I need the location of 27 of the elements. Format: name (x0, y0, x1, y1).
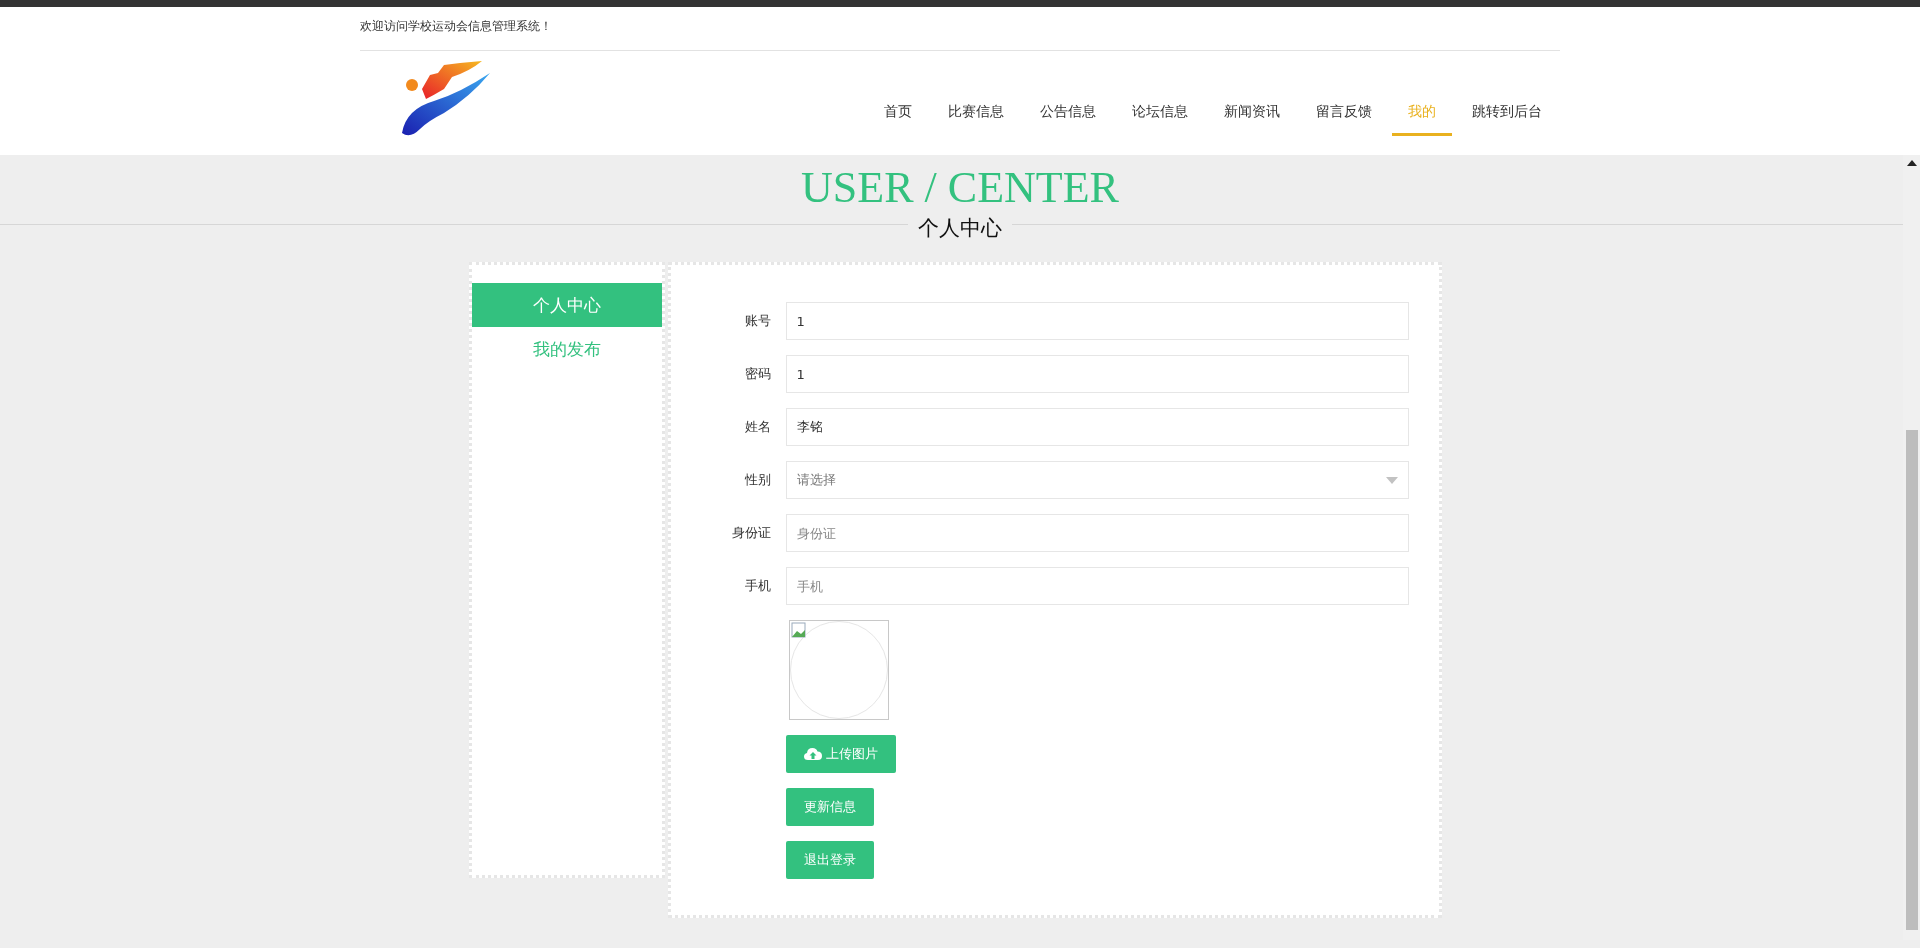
nav-link[interactable]: 首页 (868, 88, 928, 136)
nav-link[interactable]: 跳转到后台 (1456, 88, 1558, 136)
nav-link[interactable]: 新闻资讯 (1208, 88, 1296, 136)
scrollbar-thumb[interactable] (1905, 430, 1918, 930)
cloud-upload-icon (803, 747, 822, 761)
field-label: 身份证 (730, 524, 772, 542)
input-field[interactable]: 手机 (785, 567, 1409, 605)
nav-link[interactable]: 公告信息 (1024, 88, 1112, 136)
scroll-up-icon[interactable] (1906, 160, 1917, 166)
input-field[interactable]: 李铭 (785, 408, 1409, 446)
field-label: 账号 (743, 312, 772, 330)
nav-link[interactable]: 留言反馈 (1300, 88, 1388, 136)
input-field[interactable]: 身份证 (785, 514, 1409, 552)
field-label: 姓名 (743, 418, 772, 436)
input-field[interactable]: 1 (785, 302, 1409, 340)
field-label: 密码 (743, 365, 772, 383)
banner-title: USER / CENTER (801, 163, 1119, 212)
caret-icon (1385, 476, 1398, 484)
broken-image-icon (790, 622, 807, 638)
select-field[interactable]: 请选择 (785, 461, 1409, 499)
welcome-text: 欢迎访问学校运动会信息管理系统！ (360, 7, 1560, 51)
field-label: 手机 (743, 577, 772, 595)
field-label: 性别 (743, 471, 772, 489)
input-field[interactable]: 1 (785, 355, 1409, 393)
nav-link[interactable]: 比赛信息 (932, 88, 1020, 136)
banner-subtitle: 个人中心 (908, 216, 1012, 240)
nav-link[interactable]: 论坛信息 (1116, 88, 1204, 136)
